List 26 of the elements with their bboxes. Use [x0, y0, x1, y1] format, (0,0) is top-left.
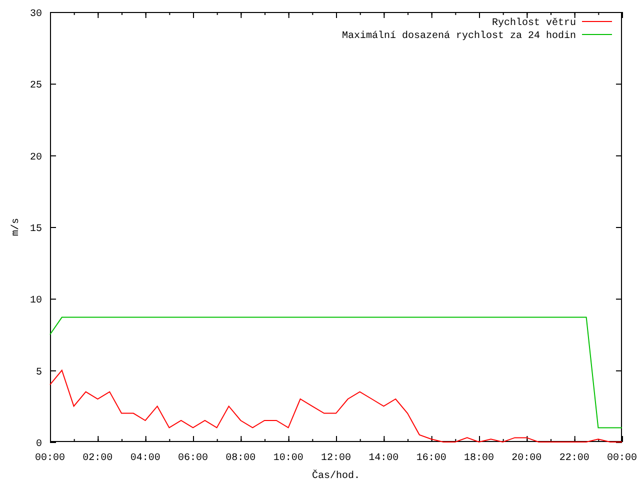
y-tick-label: 25	[30, 80, 42, 92]
legend-line	[582, 34, 612, 35]
x-tick-label: 18:00	[464, 453, 494, 464]
x-axis-title: Čas/hod.	[312, 471, 360, 480]
y-tick-label: 20	[30, 152, 42, 164]
x-tick-label: 00:00	[35, 453, 65, 464]
y-tick-label: 10	[30, 296, 42, 307]
y-tick-label: 0	[36, 439, 42, 450]
legend-line	[582, 21, 612, 22]
x-tick-label: 00:00	[607, 453, 637, 464]
y-tick-label: 15	[30, 224, 42, 235]
x-tick-label: 10:00	[273, 453, 304, 464]
x-tick-label: 02:00	[82, 453, 113, 464]
x-tick-label: 14:00	[368, 453, 399, 464]
legend-label: Rychlost větru	[492, 18, 576, 29]
x-tick-label: 12:00	[321, 453, 351, 464]
x-tick-label: 04:00	[130, 453, 160, 464]
legend-label: Maximální dosazená rychlost za 24 hodin	[342, 31, 576, 42]
x-tick-label: 22:00	[559, 453, 590, 464]
x-tick-label: 08:00	[226, 453, 256, 464]
x-tick-label: 16:00	[416, 453, 446, 464]
x-tick-label: 20:00	[512, 453, 542, 464]
y-tick-label: 30	[30, 9, 42, 20]
y-tick-label: 5	[36, 367, 42, 378]
x-tick-label: 06:00	[178, 453, 208, 464]
y-axis-title: m/s	[11, 218, 22, 236]
